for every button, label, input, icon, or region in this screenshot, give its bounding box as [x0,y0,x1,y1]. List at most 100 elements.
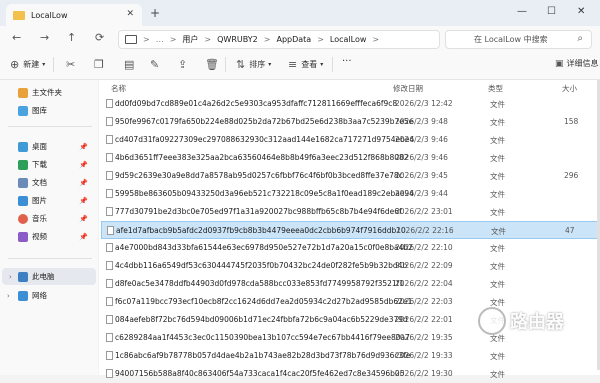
pin-icon[interactable]: 📌 [79,143,88,151]
more-button[interactable]: ··· [342,56,352,67]
table-row[interactable]: dd0fd09bd7cd889e01c4a26d2c5e9303ca953dfa… [101,95,600,113]
table-row[interactable]: d8fe0ac5e3478ddfb44903d0fd978cda588bcc03… [101,275,600,293]
column-header-date[interactable]: 修改日期 [393,83,423,94]
table-row[interactable]: 4c4dbb116a6549df53c630444745f2035f0b7043… [101,257,600,275]
tab-locallow[interactable]: LocalLow ✕ [6,4,142,26]
sidebar-item-this-pc[interactable]: › 此电脑 [2,268,96,285]
sort-label: 排序 [249,60,266,69]
window-close-icon[interactable]: ✕ [577,6,585,17]
column-header-name[interactable]: 名称 [111,83,126,94]
sidebar-item-downloads[interactable]: 下载 📌 [0,156,94,173]
file-type: 文件 [490,352,505,361]
file-icon [106,117,113,126]
delete-icon[interactable]: 🗑 [205,58,219,71]
back-icon[interactable]: ← [12,31,21,44]
new-label: 新建 [23,60,40,69]
file-icon [106,99,113,108]
home-icon [18,87,28,98]
watermark-logo-icon [478,307,506,335]
cut-icon[interactable]: ✂ [66,58,75,71]
sort-icon: ⇅ [236,58,246,71]
table-row[interactable]: a4e7000bd843d33bfa61544e63ec6978d950e527… [101,239,600,257]
file-icon [106,369,113,378]
new-button[interactable]: ⊕ 新建 ▾ [10,58,45,71]
file-type: 文件 [490,172,505,181]
network-icon [18,290,28,301]
watermark: 路由器 [478,307,564,335]
file-type: 文件 [490,100,505,109]
breadcrumb-item-locallow[interactable]: LocalLow [330,35,367,44]
breadcrumb-more[interactable]: … [156,35,164,44]
file-name: afe1d7afbacb9b5afdc2d0937fb9cb8b3b4479ee… [116,226,406,235]
share-icon[interactable]: ⇪ [178,58,187,71]
pin-icon[interactable]: 📌 [79,215,88,223]
paste-icon[interactable]: ▤ [124,58,134,71]
file-icon [106,351,113,360]
chevron-right-icon[interactable]: › [7,292,10,300]
table-row[interactable]: 4b6d3651ff7eee383e325aa2bca63560464e8b8b… [101,149,600,167]
file-name: 4b6d3651ff7eee383e325aa2bca63560464e8b8b… [115,153,409,162]
sidebar-item-music[interactable]: 音乐 📌 [0,210,94,227]
table-row[interactable]: 1c86abc6af9b78778b057d4dae4b2a1b743ae82b… [101,347,600,365]
table-row[interactable]: cd407d31fa09227309ec297088632930c312aad1… [101,131,600,149]
pin-icon[interactable]: 📌 [79,161,88,169]
refresh-icon[interactable]: ⟳ [95,31,104,44]
sidebar-item-label: 图库 [32,106,47,115]
file-name: d8fe0ac5e3478ddfb44903d0fd978cda588bcc03… [115,279,405,288]
tab-close-icon[interactable]: ✕ [126,9,134,19]
rename-icon[interactable]: ✎ [150,58,159,71]
file-name: 94007156b588a8f40c863406f54a733caca1f4ca… [115,369,405,378]
file-name: 4c4dbb116a6549df53c630444745f2035f0b7043… [115,261,408,270]
column-header-type[interactable]: 类型 [488,83,503,94]
pin-icon[interactable]: 📌 [79,233,88,241]
sidebar-item-documents[interactable]: 文档 📌 [0,174,94,191]
table-row[interactable]: 9d59c2639e30a9e8dd7a8578ab95d0257c6fbbf7… [101,167,600,185]
file-name: c6289284aa1f4453c3ec0c1150390bea13b107cc… [115,333,410,342]
column-header-size[interactable]: 大小 [562,83,577,94]
breadcrumb-item-user[interactable]: QWRUBY2 [217,35,258,44]
breadcrumb-item-users[interactable]: 用户 [182,34,198,45]
file-name: cd407d31fa09227309ec297088632930c312aad1… [115,135,415,144]
sidebar-item-desktop[interactable]: 桌面 📌 [0,138,94,155]
copy-icon[interactable]: ❐ [94,58,104,71]
sidebar-item-gallery[interactable]: 图库 [0,102,94,119]
desktop-icon [18,141,28,152]
sort-button[interactable]: ⇅ 排序 ▾ [236,58,271,71]
view-button[interactable]: ≡ 查看 ▾ [288,58,323,71]
video-icon [18,231,28,242]
minimize-icon[interactable]: — [517,6,527,17]
sidebar-item-pictures[interactable]: 图片 📌 [0,192,94,209]
file-name: 9d59c2639e30a9e8dd7a8578ab95d0257c6fbbf7… [115,171,403,180]
new-tab-icon[interactable]: + [150,6,160,20]
tab-title: LocalLow [31,10,68,20]
view-icon: ≡ [288,58,298,71]
up-icon[interactable]: ↑ [67,31,76,44]
sidebar-item-home[interactable]: 主文件夹 [0,84,94,101]
breadcrumb-item-appdata[interactable]: AppData [276,35,311,44]
sidebar-item-videos[interactable]: 视频 📌 [0,228,94,245]
table-row[interactable]: 94007156b588a8f40c863406f54a733caca1f4ca… [101,365,600,383]
details-button[interactable]: ▣ 详细信息 [555,58,599,69]
download-icon [18,159,28,170]
file-name: 084aefeb8f72bc76d594bd09006b1d71ec24fbbf… [115,315,408,324]
monitor-icon [125,35,137,44]
maximize-icon[interactable]: ☐ [547,6,556,17]
folder-icon [13,10,25,20]
chevron-right-icon[interactable]: › [9,273,12,281]
breadcrumb[interactable]: > … > 用户 > QWRUBY2 > AppData > LocalLow … [118,30,440,49]
file-name: a4e7000bd843d33bfa61544e63ec6978d950e527… [115,243,413,252]
forward-icon[interactable]: → [40,31,49,44]
file-icon [106,189,113,198]
divider [8,258,92,259]
search-input[interactable]: 在 LocalLow 中搜索 ⌕ [445,30,592,49]
file-date: 2026/2/3 9:45 [395,171,448,180]
pin-icon[interactable]: 📌 [79,179,88,187]
file-date: 2026/2/3 9:46 [395,153,448,162]
table-row[interactable]: 950fe9967c0179fa650b224e88d025b2da72b67b… [101,113,600,131]
sidebar-item-network[interactable]: › 网络 [0,287,94,304]
file-type: 文件 [490,190,505,199]
table-row[interactable]: 777d30791be2d3bc0e705ed97f1a31a920027bc9… [101,203,600,221]
pin-icon[interactable]: 📌 [79,197,88,205]
table-row[interactable]: 59958be863605b09433250d3a96eb521c732218c… [101,185,600,203]
table-row-selected[interactable]: afe1d7afbacb9b5afdc2d0937fb9cb8b3b4479ee… [101,221,600,239]
